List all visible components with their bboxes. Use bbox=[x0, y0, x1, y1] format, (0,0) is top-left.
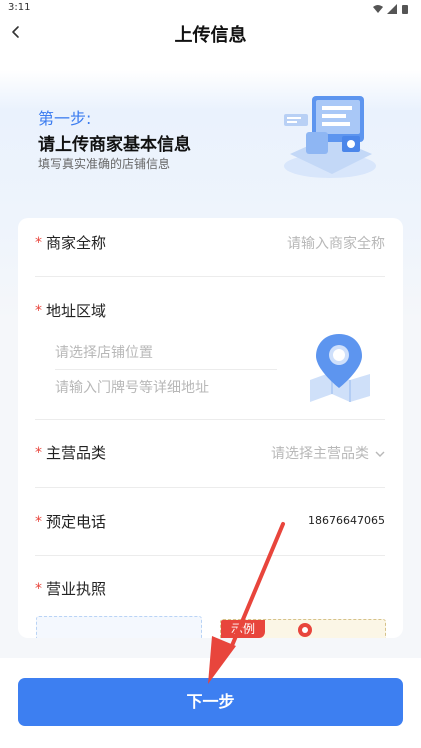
license-label: 营业执照 bbox=[46, 580, 107, 598]
divider bbox=[55, 369, 277, 370]
example-tag: 示例 bbox=[221, 620, 265, 638]
step-title: 请上传商家基本信息 bbox=[38, 135, 191, 155]
step-label: 第一步: bbox=[38, 109, 92, 128]
required-mark: * bbox=[35, 580, 42, 597]
bottom-bar: 下一步 bbox=[0, 658, 421, 748]
category-placeholder: 请选择主营品类 bbox=[271, 446, 369, 462]
seal-icon bbox=[298, 623, 312, 637]
required-mark: * bbox=[35, 444, 42, 461]
license-example-image: 示例 bbox=[220, 619, 386, 638]
detail-address-input[interactable]: 请输入门牌号等详细地址 bbox=[55, 377, 209, 397]
phone-input[interactable]: 18676647065 bbox=[308, 514, 385, 527]
address-label: 地址区域 bbox=[46, 302, 107, 320]
store-document-illustration-icon bbox=[284, 96, 376, 178]
store-location-input[interactable]: 请选择店铺位置 bbox=[55, 342, 153, 362]
nav-bar: 上传信息 bbox=[0, 16, 421, 50]
merchant-name-row[interactable]: * 商家全称 请输入商家全称 bbox=[35, 232, 385, 256]
next-step-button[interactable]: 下一步 bbox=[18, 678, 403, 726]
step-subtitle: 填写真实准确的店铺信息 bbox=[38, 157, 171, 171]
divider bbox=[35, 276, 385, 277]
merchant-name-input[interactable]: 请输入商家全称 bbox=[287, 233, 385, 253]
category-select[interactable]: 请选择主营品类 bbox=[271, 443, 385, 463]
license-upload-box[interactable] bbox=[36, 616, 202, 638]
phone-label: 预定电话 bbox=[46, 513, 107, 531]
signal-icon bbox=[387, 4, 397, 14]
required-mark: * bbox=[35, 234, 42, 251]
wifi-icon bbox=[373, 5, 383, 13]
license-row: * 营业执照 bbox=[35, 578, 385, 602]
merchant-name-label: 商家全称 bbox=[46, 234, 107, 252]
map-location-pin-icon[interactable] bbox=[302, 330, 376, 404]
divider bbox=[35, 419, 385, 420]
status-time: 3:11 bbox=[8, 2, 31, 13]
category-row[interactable]: * 主营品类 请选择主营品类 bbox=[35, 442, 385, 466]
battery-icon bbox=[402, 5, 408, 14]
required-mark: * bbox=[35, 513, 42, 530]
divider bbox=[35, 555, 385, 556]
page-title: 上传信息 bbox=[174, 25, 247, 46]
hero-section: 第一步: 请上传商家基本信息 填写真实准确的店铺信息 bbox=[0, 96, 421, 200]
merchant-info-form: * 商家全称 请输入商家全称 * 地址区域 请选择店铺位置 请输入门牌号等详细地… bbox=[18, 218, 403, 638]
status-icons bbox=[373, 4, 408, 14]
chevron-down-icon bbox=[375, 451, 385, 457]
required-mark: * bbox=[35, 302, 42, 319]
phone-row: * 预定电话 18676647065 bbox=[35, 511, 385, 535]
divider bbox=[35, 487, 385, 488]
address-row: * 地址区域 bbox=[35, 300, 385, 324]
category-label: 主营品类 bbox=[46, 444, 107, 462]
